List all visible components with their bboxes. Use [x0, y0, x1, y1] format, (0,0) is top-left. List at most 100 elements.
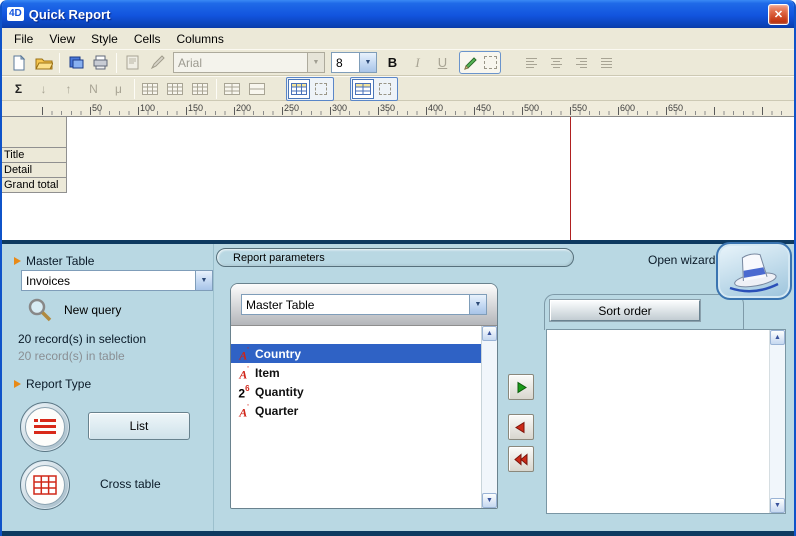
scroll-track[interactable]	[770, 345, 785, 498]
frame-on-option[interactable]	[352, 79, 374, 99]
orange-arrow-icon	[14, 257, 21, 265]
bold-button[interactable]: B	[381, 52, 404, 74]
field-row-quarter[interactable]: A' Quarter	[231, 401, 481, 420]
chevron-down-icon[interactable]: ▼	[359, 53, 376, 72]
row-grand-total[interactable]: Grand total	[2, 178, 67, 193]
preview-page-icon	[126, 55, 140, 70]
align-left-button[interactable]	[520, 52, 543, 74]
align-justify-button[interactable]	[595, 52, 618, 74]
master-table-label: Master Table	[26, 254, 94, 268]
grid-off-option[interactable]	[310, 79, 332, 99]
grid-on-option[interactable]	[288, 79, 310, 99]
report-parameters-header: Report parameters	[216, 248, 574, 267]
table-grid-icon	[142, 82, 159, 96]
field-row-country[interactable]: A' Country	[231, 344, 481, 363]
remove-from-sort-button[interactable]	[508, 414, 534, 440]
frame-off-option[interactable]	[374, 79, 396, 99]
chevron-down-icon[interactable]: ▼	[469, 295, 486, 314]
field-label: Country	[255, 347, 301, 361]
list-icon	[32, 417, 58, 437]
add-to-sort-button[interactable]	[508, 374, 534, 400]
font-name-select[interactable]: Arial ▼	[173, 52, 325, 73]
add-column-button[interactable]	[164, 78, 187, 100]
print-button[interactable]	[89, 52, 112, 74]
border-color-control[interactable]	[459, 51, 501, 74]
master-table-value: Invoices	[22, 274, 195, 288]
titlebar[interactable]: 4D Quick Report ✕	[2, 0, 794, 28]
report-type-label: Report Type	[26, 377, 91, 391]
fields-scrollbar[interactable]: ▲ ▼	[481, 326, 497, 508]
align-center-button[interactable]	[545, 52, 568, 74]
empty-option-box	[315, 83, 327, 95]
new-query-button[interactable]: New query	[26, 296, 121, 324]
magic-hat-icon	[726, 248, 782, 294]
column-width-button[interactable]	[221, 78, 244, 100]
eraser-button[interactable]	[146, 52, 169, 74]
field-label: Quantity	[255, 385, 304, 399]
align-right-button[interactable]	[570, 52, 593, 74]
field-row-quantity[interactable]: 26 Quantity	[231, 382, 481, 401]
app-icon: 4D	[7, 7, 24, 21]
underline-button[interactable]: U	[431, 52, 454, 74]
cross-table-radio[interactable]	[20, 460, 70, 510]
magnifier-icon	[26, 296, 54, 324]
remove-all-from-sort-button[interactable]	[508, 446, 534, 472]
sort-scrollbar[interactable]: ▲ ▼	[769, 330, 785, 513]
align-left-icon	[525, 57, 538, 69]
row-header-cell[interactable]	[2, 117, 67, 148]
master-table-label-row: Master Table	[14, 254, 94, 268]
open-wizard-button[interactable]	[716, 242, 792, 300]
empty-option-box	[379, 83, 391, 95]
records-in-selection: 20 record(s) in selection	[18, 332, 146, 346]
maximum-button[interactable]: ↑	[57, 78, 80, 100]
show-frame-toggle[interactable]	[350, 77, 398, 101]
table-selector-combo[interactable]: Master Table ▼	[241, 294, 487, 315]
list-type-button[interactable]: List	[88, 412, 190, 440]
new-report-button[interactable]	[7, 52, 30, 74]
row-title[interactable]: Title	[2, 148, 67, 163]
report-canvas[interactable]: Title Detail Grand total	[2, 117, 794, 240]
alignment-group	[519, 52, 619, 74]
open-report-button[interactable]	[32, 52, 55, 74]
menu-columns[interactable]: Columns	[169, 30, 232, 48]
eraser-pencil-icon	[150, 55, 165, 70]
merge-cells-button[interactable]	[246, 78, 269, 100]
destination-button[interactable]	[64, 52, 87, 74]
sum-button[interactable]: Σ	[7, 78, 30, 100]
records-in-table: 20 record(s) in table	[18, 349, 125, 363]
alpha-field-icon: A'	[236, 345, 252, 361]
scroll-down-icon[interactable]: ▼	[770, 498, 785, 513]
field-row-item[interactable]: A' Item	[231, 363, 481, 382]
scroll-up-icon[interactable]: ▲	[482, 326, 497, 341]
cells-toolbar: Σ ↓ ↑ N μ	[2, 76, 794, 101]
close-button[interactable]: ✕	[768, 4, 789, 25]
show-grid-toggle[interactable]	[286, 77, 334, 101]
preview-button[interactable]	[121, 52, 144, 74]
list-report-radio[interactable]	[20, 402, 70, 452]
menu-style[interactable]: Style	[83, 30, 126, 48]
chevron-down-icon[interactable]: ▼	[307, 53, 324, 72]
menu-cells[interactable]: Cells	[126, 30, 169, 48]
font-name-value: Arial	[174, 56, 307, 70]
minimum-button[interactable]: ↓	[32, 78, 55, 100]
sort-order-list[interactable]: ▲ ▼	[546, 329, 786, 514]
delete-column-button[interactable]	[189, 78, 212, 100]
scroll-track[interactable]	[482, 341, 497, 493]
row-detail[interactable]: Detail	[2, 163, 67, 178]
scroll-down-icon[interactable]: ▼	[482, 493, 497, 508]
count-button[interactable]: N	[82, 78, 105, 100]
new-document-icon	[11, 55, 27, 71]
column-marker-line	[570, 117, 571, 240]
alpha-field-icon: A'	[236, 402, 252, 418]
master-table-combo[interactable]: Invoices ▼	[21, 270, 213, 291]
menu-file[interactable]: File	[6, 30, 41, 48]
insert-column-button[interactable]	[139, 78, 162, 100]
cross-table-inner	[25, 465, 65, 505]
italic-button[interactable]: I	[406, 52, 429, 74]
font-size-select[interactable]: 8 ▼	[331, 52, 377, 73]
chevron-down-icon[interactable]: ▼	[195, 271, 212, 290]
menubar: File View Style Cells Columns	[2, 28, 794, 49]
average-button[interactable]: μ	[107, 78, 130, 100]
scroll-up-icon[interactable]: ▲	[770, 330, 785, 345]
menu-view[interactable]: View	[41, 30, 83, 48]
